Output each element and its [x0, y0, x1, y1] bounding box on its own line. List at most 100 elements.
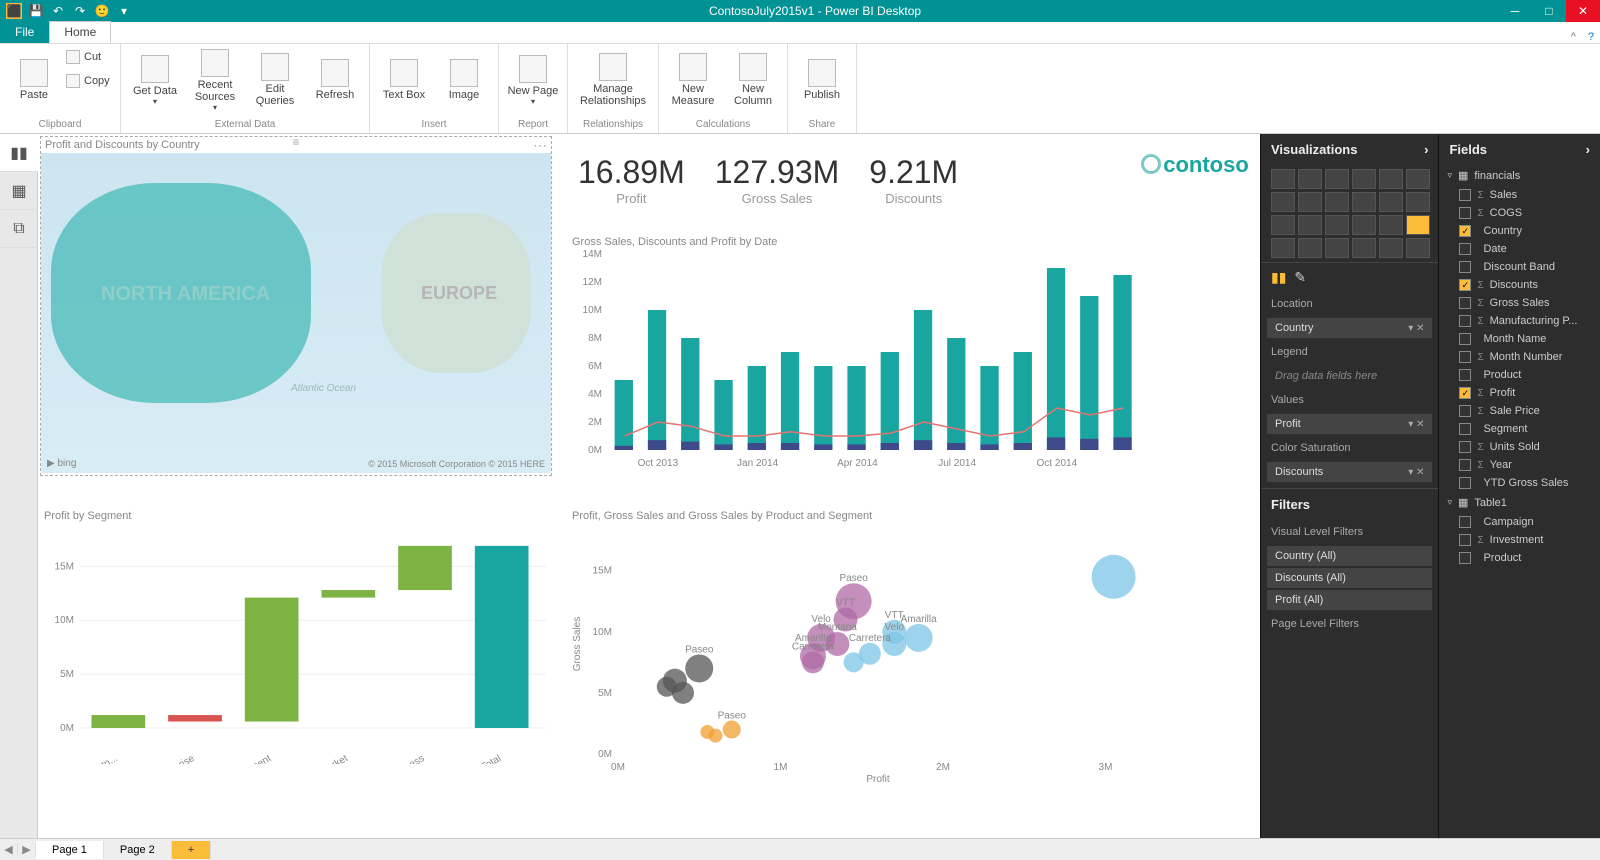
viz-type-12[interactable] [1271, 215, 1295, 235]
viz-type-11[interactable] [1406, 192, 1430, 212]
field-item[interactable]: ΣMonth Number [1439, 348, 1600, 366]
field-item[interactable]: ΣUnits Sold [1439, 438, 1600, 456]
well-values[interactable]: Profit▾ ✕ [1267, 414, 1432, 434]
minimize-button[interactable]: ─ [1498, 0, 1532, 22]
table-table1[interactable]: ▿▦Table1 [1439, 492, 1600, 513]
checkbox-icon[interactable] [1459, 477, 1471, 489]
viz-type-8[interactable] [1325, 192, 1349, 212]
qat-dropdown-icon[interactable]: ▾ [116, 3, 132, 19]
chevron-right-icon[interactable]: › [1586, 142, 1590, 157]
field-item[interactable]: ΣGross Sales [1439, 294, 1600, 312]
page-prev-button[interactable]: ◀ [0, 843, 18, 856]
checkbox-icon[interactable] [1459, 261, 1471, 273]
collapse-ribbon-icon[interactable]: ^ [1565, 31, 1582, 43]
viz-type-3[interactable] [1352, 169, 1376, 189]
smiley-icon[interactable]: 🙂 [94, 3, 110, 19]
tab-file[interactable]: File [0, 21, 49, 43]
checkbox-icon[interactable] [1459, 207, 1471, 219]
field-item[interactable]: Product [1439, 549, 1600, 567]
viz-type-17[interactable] [1406, 215, 1430, 235]
combo-chart[interactable]: Gross Sales, Discounts and Profit by Dat… [568, 234, 1148, 474]
field-item[interactable]: Date [1439, 240, 1600, 258]
field-item[interactable]: Product [1439, 366, 1600, 384]
report-canvas[interactable]: ≡ ⋯ Profit and Discounts by Country NORT… [38, 134, 1260, 838]
checkbox-icon[interactable] [1459, 459, 1471, 471]
edit-queries-button[interactable]: Edit Queries [247, 46, 303, 114]
checkbox-icon[interactable] [1459, 534, 1471, 546]
well-legend[interactable]: Drag data fields here [1267, 366, 1432, 386]
viz-type-20[interactable] [1325, 238, 1349, 258]
chevron-right-icon[interactable]: › [1424, 142, 1428, 157]
viz-type-22[interactable] [1379, 238, 1403, 258]
checkbox-icon[interactable] [1459, 552, 1471, 564]
viz-type-4[interactable] [1379, 169, 1403, 189]
field-item[interactable]: ✓ΣProfit [1439, 384, 1600, 402]
save-icon[interactable]: 💾 [28, 3, 44, 19]
visual-menu-icon[interactable]: ⋯ [533, 137, 547, 154]
page-tab-2[interactable]: Page 2 [104, 841, 172, 859]
field-item[interactable]: Segment [1439, 420, 1600, 438]
checkbox-icon[interactable]: ✓ [1459, 387, 1471, 399]
checkbox-icon[interactable] [1459, 243, 1471, 255]
filter-discounts[interactable]: Discounts (All) [1267, 568, 1432, 588]
viz-type-5[interactable] [1406, 169, 1430, 189]
viz-type-23[interactable] [1406, 238, 1430, 258]
copy-button[interactable]: Copy [66, 70, 114, 92]
viz-type-9[interactable] [1352, 192, 1376, 212]
add-page-button[interactable]: + [172, 841, 211, 859]
help-icon[interactable]: ? [1582, 31, 1600, 43]
viz-type-19[interactable] [1298, 238, 1322, 258]
image-button[interactable]: Image [436, 46, 492, 114]
well-saturation[interactable]: Discounts▾ ✕ [1267, 462, 1432, 482]
filter-profit[interactable]: Profit (All) [1267, 590, 1432, 610]
paste-button[interactable]: Paste [6, 46, 62, 114]
undo-icon[interactable]: ↶ [50, 3, 66, 19]
checkbox-icon[interactable] [1459, 297, 1471, 309]
checkbox-icon[interactable] [1459, 333, 1471, 345]
viz-type-6[interactable] [1271, 192, 1295, 212]
checkbox-icon[interactable] [1459, 441, 1471, 453]
page-tab-1[interactable]: Page 1 [36, 841, 104, 859]
well-location[interactable]: Country▾ ✕ [1267, 318, 1432, 338]
cut-button[interactable]: Cut [66, 46, 114, 68]
close-button[interactable]: ✕ [1566, 0, 1600, 22]
field-item[interactable]: ΣSale Price [1439, 402, 1600, 420]
checkbox-icon[interactable] [1459, 351, 1471, 363]
viz-type-1[interactable] [1298, 169, 1322, 189]
field-item[interactable]: ΣInvestment [1439, 531, 1600, 549]
checkbox-icon[interactable]: ✓ [1459, 225, 1471, 237]
page-next-button[interactable]: ▶ [18, 843, 36, 856]
viz-type-14[interactable] [1325, 215, 1349, 235]
field-item[interactable]: ΣCOGS [1439, 204, 1600, 222]
viz-type-13[interactable] [1298, 215, 1322, 235]
cards-row[interactable]: 16.89MProfit 127.93MGross Sales 9.21MDis… [578, 154, 1138, 224]
checkbox-icon[interactable] [1459, 189, 1471, 201]
publish-button[interactable]: Publish [794, 46, 850, 114]
checkbox-icon[interactable] [1459, 423, 1471, 435]
card-gross-sales[interactable]: 127.93MGross Sales [715, 154, 840, 206]
field-item[interactable]: YTD Gross Sales [1439, 474, 1600, 492]
redo-icon[interactable]: ↷ [72, 3, 88, 19]
new-column-button[interactable]: New Column [725, 46, 781, 114]
field-item[interactable]: ΣSales [1439, 186, 1600, 204]
field-item[interactable]: ✓Country [1439, 222, 1600, 240]
new-page-button[interactable]: New Page▾ [505, 46, 561, 114]
viz-type-18[interactable] [1271, 238, 1295, 258]
checkbox-icon[interactable]: ✓ [1459, 279, 1471, 291]
refresh-button[interactable]: Refresh [307, 46, 363, 114]
viz-type-21[interactable] [1352, 238, 1376, 258]
table-financials[interactable]: ▿▦financials [1439, 165, 1600, 186]
data-view-icon[interactable]: ▦ [0, 172, 38, 210]
viz-type-10[interactable] [1379, 192, 1403, 212]
field-item[interactable]: Month Name [1439, 330, 1600, 348]
field-item[interactable]: ✓ΣDiscounts [1439, 276, 1600, 294]
checkbox-icon[interactable] [1459, 315, 1471, 327]
map-visual[interactable]: ≡ ⋯ Profit and Discounts by Country NORT… [40, 136, 552, 476]
recent-sources-button[interactable]: Recent Sources▾ [187, 46, 243, 114]
new-measure-button[interactable]: New Measure [665, 46, 721, 114]
model-view-icon[interactable]: ⧉ [0, 210, 38, 248]
scatter-chart[interactable]: Profit, Gross Sales and Gross Sales by P… [568, 508, 1148, 788]
fields-tab-icon[interactable]: ▮▮ [1271, 269, 1286, 286]
viz-type-15[interactable] [1352, 215, 1376, 235]
tab-home[interactable]: Home [49, 21, 111, 43]
